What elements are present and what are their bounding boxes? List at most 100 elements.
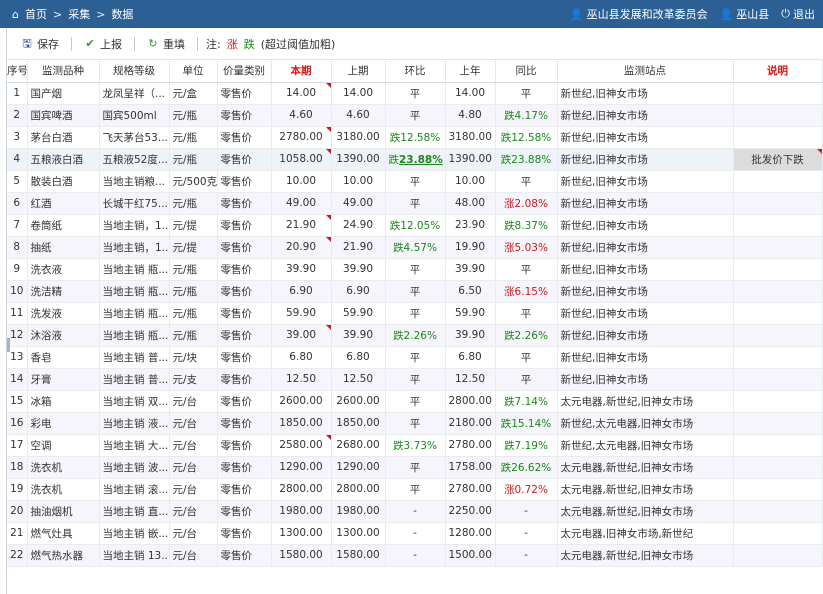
table-row[interactable]: 19 洗衣机 当地主销 滚... 元/台 零售价 2800.00 2800.00 平 2780.… <box>7 478 823 501</box>
col-header-yoy[interactable]: 同比 <box>495 60 558 83</box>
county-user-link[interactable]: 👤 巫山县 <box>720 6 770 22</box>
explain-cell[interactable] <box>733 280 823 303</box>
col-header-spec[interactable]: 规格等级 <box>99 60 170 83</box>
col-header-current[interactable]: 本期 <box>271 60 332 83</box>
explain-cell[interactable] <box>733 258 823 281</box>
current-price-input[interactable]: 1580.00 <box>271 544 332 567</box>
item-unit: 元/500克 <box>169 170 218 193</box>
current-price-input[interactable]: 6.90 <box>271 280 332 303</box>
previous-price: 21.90 <box>331 236 386 259</box>
price-category: 零售价 <box>217 126 272 149</box>
table-row[interactable]: 6 红酒 长城干红75... 元/瓶 零售价 49.00 49.00 平 48.00 涨2.08%… <box>7 192 823 215</box>
table-row[interactable]: 12 沐浴液 当地主销 瓶... 元/瓶 零售价 39.00 39.90 跌2.26% 39.9… <box>7 324 823 347</box>
current-price-input[interactable]: 59.90 <box>271 302 332 325</box>
explain-cell[interactable] <box>733 192 823 215</box>
current-price-input[interactable]: 14.00 <box>271 82 332 105</box>
table-row[interactable]: 9 洗衣液 当地主销 瓶... 元/瓶 零售价 39.90 39.90 平 39.90 平新世纪,… <box>7 258 823 281</box>
current-price-input[interactable]: 49.00 <box>271 192 332 215</box>
save-button[interactable]: 🖫 保存 <box>15 33 65 55</box>
yoy-change: 平 <box>495 170 558 193</box>
col-header-item[interactable]: 监测品种 <box>27 60 100 83</box>
row-number: 17 <box>7 434 28 457</box>
table-row[interactable]: 16 彩电 当地主销 液... 元/台 零售价 1850.00 1850.00 平 2180.0… <box>7 412 823 435</box>
explain-cell[interactable] <box>733 456 823 479</box>
current-price-input[interactable]: 1290.00 <box>271 456 332 479</box>
col-header-explain[interactable]: 说明 <box>733 60 823 83</box>
explain-cell[interactable] <box>733 500 823 523</box>
refill-button[interactable]: ↻ 重填 <box>141 33 191 55</box>
col-header-unit[interactable]: 单位 <box>169 60 218 83</box>
explain-cell[interactable] <box>733 302 823 325</box>
breadcrumb-collect[interactable]: 采集 <box>68 6 90 22</box>
current-price-input[interactable]: 4.60 <box>271 104 332 127</box>
col-header-category[interactable]: 价量类别 <box>217 60 272 83</box>
splitter-handle[interactable] <box>7 338 10 352</box>
logout-button[interactable]: ⏻ 退出 <box>781 6 815 22</box>
explain-cell[interactable]: 批发价下跌 <box>733 148 823 171</box>
current-price-input[interactable]: 1058.00 <box>271 148 332 171</box>
table-row[interactable]: 8 抽纸 当地主销，1... 元/提 零售价 20.90 21.90 跌4.57% 19.90 涨… <box>7 236 823 259</box>
table-row[interactable]: 18 洗衣机 当地主销 波... 元/台 零售价 1290.00 1290.00 平 1758.… <box>7 456 823 479</box>
item-spec: 当地主销，1... <box>99 214 170 237</box>
col-header-site[interactable]: 监测站点 <box>557 60 734 83</box>
explain-cell[interactable] <box>733 522 823 545</box>
current-price-input[interactable]: 39.90 <box>271 258 332 281</box>
previous-price: 1580.00 <box>331 544 386 567</box>
table-row[interactable]: 2 国宾啤酒 国宾500ml 元/瓶 零售价 4.60 4.60 平 4.80 跌4.17% 新世纪… <box>7 104 823 127</box>
previous-price: 1290.00 <box>331 456 386 479</box>
mom-change: - <box>385 500 446 523</box>
table-row[interactable]: 14 牙膏 当地主销 普... 元/支 零售价 12.50 12.50 平 12.50 平新世纪,… <box>7 368 823 391</box>
explain-cell[interactable] <box>733 104 823 127</box>
explain-cell[interactable] <box>733 478 823 501</box>
current-price-input[interactable]: 1980.00 <box>271 500 332 523</box>
explain-cell[interactable] <box>733 324 823 347</box>
current-price-input[interactable]: 2780.00 <box>271 126 332 149</box>
item-name: 香皂 <box>27 346 100 369</box>
table-row[interactable]: 4 五粮液白酒 五粮液52度... 元/瓶 零售价 1058.00 1390.00 跌23.8… <box>7 148 823 171</box>
home-icon[interactable]: ⌂ <box>12 8 19 21</box>
col-header-last-year[interactable]: 上年 <box>445 60 496 83</box>
org-user-link[interactable]: 👤 巫山县发展和改革委员会 <box>570 6 708 22</box>
explain-cell[interactable] <box>733 390 823 413</box>
explain-cell[interactable] <box>733 236 823 259</box>
col-header-mom[interactable]: 环比 <box>385 60 446 83</box>
toolbar-divider <box>71 36 72 51</box>
explain-cell[interactable] <box>733 214 823 237</box>
table-row[interactable]: 20 抽油烟机 当地主销 直... 元/台 零售价 1980.00 1980.00-2250… <box>7 500 823 523</box>
table-row[interactable]: 15 冰箱 当地主销 双... 元/台 零售价 2600.00 2600.00 平 2800.0… <box>7 390 823 413</box>
current-price-input[interactable]: 39.00 <box>271 324 332 347</box>
current-price-input[interactable]: 6.80 <box>271 346 332 369</box>
table-row[interactable]: 22 燃气热水器 当地主销 13... 元/台 零售价 1580.00 1580.00-15… <box>7 544 823 567</box>
explain-cell[interactable] <box>733 346 823 369</box>
item-spec: 当地主销 瓶... <box>99 258 170 281</box>
table-row[interactable]: 3 茅台白酒 飞天茅台53... 元/瓶 零售价 2780.00 3180.00 跌12.58… <box>7 126 823 149</box>
current-price-input[interactable]: 1850.00 <box>271 412 332 435</box>
table-row[interactable]: 13 香皂 当地主销 普... 元/块 零售价 6.80 6.80 平 6.80 平新世纪,旧神女… <box>7 346 823 369</box>
current-price-input[interactable]: 2800.00 <box>271 478 332 501</box>
table-row[interactable]: 21 燃气灶具 当地主销 嵌... 元/台 零售价 1300.00 1300.00-1280… <box>7 522 823 545</box>
breadcrumb-home[interactable]: 首页 <box>25 6 47 22</box>
table-row[interactable]: 10 洗洁精 当地主销 瓶... 元/瓶 零售价 6.90 6.90 平 6.50 涨6.15% 新… <box>7 280 823 303</box>
current-price-input[interactable]: 2580.00 <box>271 434 332 457</box>
explain-cell[interactable] <box>733 544 823 567</box>
report-button[interactable]: ✔ 上报 <box>78 33 128 55</box>
table-row[interactable]: 17 空调 当地主销 大... 元/台 零售价 2580.00 2680.00 跌3.73% 2… <box>7 434 823 457</box>
explain-cell[interactable] <box>733 412 823 435</box>
current-price-input[interactable]: 12.50 <box>271 368 332 391</box>
current-price-input[interactable]: 2600.00 <box>271 390 332 413</box>
col-header-previous[interactable]: 上期 <box>331 60 386 83</box>
current-price-input[interactable]: 20.90 <box>271 236 332 259</box>
explain-cell[interactable] <box>733 368 823 391</box>
col-header-no[interactable]: 序号 <box>7 60 28 83</box>
explain-cell[interactable] <box>733 170 823 193</box>
table-row[interactable]: 5 散装白酒 当地主销粮... 元/500克 零售价 10.00 10.00 平 10.00 平新… <box>7 170 823 193</box>
explain-cell[interactable] <box>733 126 823 149</box>
current-price-input[interactable]: 21.90 <box>271 214 332 237</box>
table-row[interactable]: 7 卷筒纸 当地主销，1... 元/提 零售价 21.90 24.90 跌12.05% 23.9… <box>7 214 823 237</box>
table-row[interactable]: 11 洗发液 当地主销 瓶... 元/瓶 零售价 59.90 59.90 平 59.90 平新世纪… <box>7 302 823 325</box>
explain-cell[interactable] <box>733 434 823 457</box>
explain-cell[interactable] <box>733 82 823 105</box>
table-row[interactable]: 1 国产烟 龙凤呈祥（... 元/盒 零售价 14.00 14.00 平 14.00 平新世纪,旧… <box>7 82 823 105</box>
current-price-input[interactable]: 1300.00 <box>271 522 332 545</box>
current-price-input[interactable]: 10.00 <box>271 170 332 193</box>
